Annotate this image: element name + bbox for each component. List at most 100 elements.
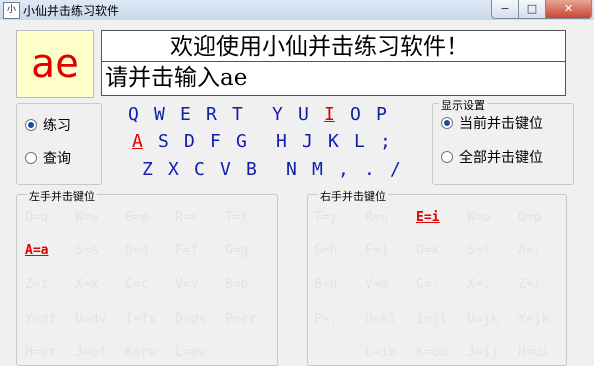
combo-entry: U=jk (467, 312, 499, 327)
mode-query-radio[interactable]: 查询 (25, 148, 71, 168)
combo-entry: X=. (467, 277, 491, 292)
combo-entry: H=er (25, 345, 57, 360)
combo-entry: D=ds (175, 312, 207, 327)
key-v: V (220, 159, 231, 180)
combo-entry: S=s (75, 243, 99, 258)
combo-entry: I=jl (416, 312, 448, 327)
key-e: E (180, 104, 191, 125)
combo-entry: Z=/ (518, 277, 542, 292)
combo-entry: T=t (225, 210, 249, 225)
left-hand-group: 左手并击键位 Q=q W=w E=e R=r T=t A=a S=s D=d F… (16, 188, 278, 366)
key-o: O (350, 104, 361, 125)
key-z: Z (142, 159, 153, 180)
key-semicolon: ; (380, 131, 391, 152)
key-p: P (376, 104, 387, 125)
key-g: G (236, 131, 247, 152)
combo-entry: C=, (416, 277, 440, 292)
combo-entry: F=f (175, 243, 199, 258)
combo-entry: F=j (365, 243, 389, 258)
combo-entry: H=ui (518, 345, 550, 360)
mode-query-label: 查询 (43, 151, 71, 167)
mode-group: 练习 查询 (16, 103, 102, 185)
combo-entry: W=w (75, 210, 99, 225)
key-u: U (298, 104, 309, 125)
combo-entry: Y=df (25, 312, 57, 327)
combo-entry: Y=jk (518, 312, 550, 327)
key-i: I (324, 104, 335, 125)
key-period: . (364, 159, 375, 180)
combo-entry: Q=q (25, 210, 49, 225)
title-bar: 小 小仙并击练习软件 − □ ✕ (0, 0, 594, 21)
combo-entry: R=r (175, 210, 199, 225)
key-r: R (206, 104, 217, 125)
key-slash: / (390, 159, 401, 180)
key-f: F (210, 131, 221, 152)
key-w: W (154, 104, 165, 125)
radio-selected-icon (25, 119, 37, 131)
show-current-radio[interactable]: 当前并击键位 (441, 113, 543, 133)
combo-entry: V=v (175, 277, 199, 292)
key-j: J (302, 131, 313, 152)
combo-entry: X=x (75, 277, 99, 292)
mode-practice-radio[interactable]: 练习 (25, 115, 71, 135)
display-settings-group: 显示设置 当前并击键位 全部并击键位 (432, 97, 574, 185)
right-hand-title: 右手并击键位 (318, 188, 388, 204)
key-d: D (184, 131, 195, 152)
maximize-button[interactable]: □ (518, 0, 546, 19)
key-l: L (354, 131, 365, 152)
combo-entry: E=e (125, 210, 149, 225)
right-hand-group: 右手并击键位 T=y R=u E=i W=o Q=p G=h F=j D=k S… (307, 188, 567, 366)
combo-entry: S=l (467, 243, 491, 258)
key-k: K (328, 131, 339, 152)
combo-entry: D=k (416, 243, 440, 258)
combo-entry-active: A=a (25, 243, 49, 258)
combo-entry: D=d (125, 243, 149, 258)
left-hand-title: 左手并击键位 (27, 188, 97, 204)
key-s: S (158, 131, 169, 152)
app-icon: 小 (3, 2, 20, 19)
current-key-display: ae (16, 30, 94, 98)
welcome-banner: 欢迎使用小仙并击练习软件！ (101, 30, 566, 62)
close-button[interactable]: ✕ (545, 0, 592, 19)
key-c: C (194, 159, 205, 180)
combo-entry: K=rw (125, 345, 157, 360)
combo-entry: B=n (314, 277, 338, 292)
combo-entry: T=y (314, 210, 338, 225)
key-x: X (168, 159, 179, 180)
show-all-label: 全部并击键位 (459, 150, 543, 166)
combo-entry: I=fs (125, 312, 157, 327)
key-h: H (276, 131, 287, 152)
combo-entry: A=; (518, 243, 542, 258)
combo-entry: G=h (314, 243, 338, 258)
combo-entry: G=g (225, 243, 249, 258)
key-y: Y (272, 104, 283, 125)
show-current-label: 当前并击键位 (459, 116, 543, 132)
combo-entry: C=c (125, 277, 149, 292)
mode-practice-label: 练习 (43, 118, 71, 134)
key-a: A (132, 131, 143, 152)
key-b: B (246, 159, 257, 180)
radio-unselected-icon (25, 152, 37, 164)
combo-entry: V=m (365, 277, 389, 292)
combo-entry: J=ef (75, 345, 107, 360)
key-m: M (312, 159, 323, 180)
combo-entry: Q=p (518, 210, 542, 225)
combo-entry: O=kl (365, 312, 397, 327)
combo-entry: P=,. (314, 312, 346, 327)
prompt-text: 请并击输入ae (101, 62, 566, 96)
combo-entry: K=ou (416, 345, 448, 360)
radio-unselected-icon (441, 151, 453, 163)
show-all-radio[interactable]: 全部并击键位 (441, 147, 543, 167)
keyboard-layout: Q W E R T Y U I O P A S D F G H J K L ; … (110, 103, 430, 183)
combo-entry: J=ij (467, 345, 499, 360)
radio-selected-icon (441, 117, 453, 129)
window-title: 小仙并击练习软件 (23, 4, 120, 18)
key-t: T (232, 104, 243, 125)
key-q: Q (128, 104, 139, 125)
minimize-button[interactable]: − (491, 0, 519, 19)
combo-entry: P=cr (225, 312, 257, 327)
combo-entry: B=b (225, 277, 249, 292)
combo-entry-active: E=i (416, 210, 440, 225)
key-n: N (286, 159, 297, 180)
combo-entry: L=ew (175, 345, 207, 360)
